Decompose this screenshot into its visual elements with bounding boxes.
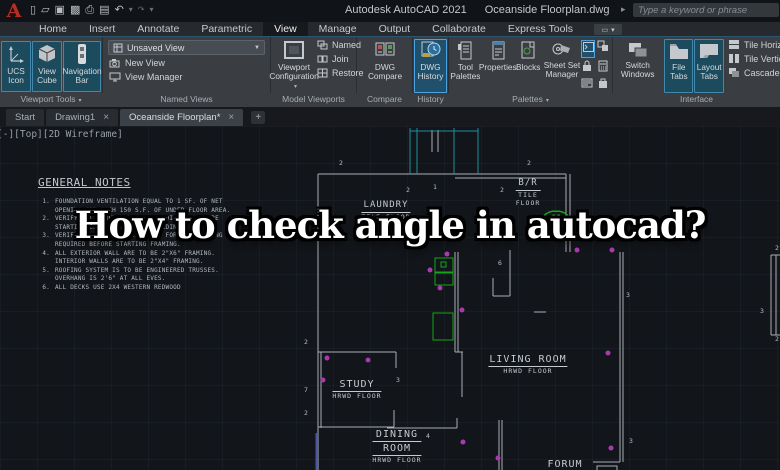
floorplan-fixtures — [432, 257, 454, 341]
autocad-window: A ▯ ▱ ▣ ▩ ⎙ ▤ ↶ ▾ ↷ ▾ Autodesk AutoCAD 2021 Oceans… — [0, 0, 780, 470]
overlay-headline: How to check angle in autocad? — [74, 203, 707, 247]
floorplan-plumbing-lines — [409, 128, 479, 174]
viewport-controls[interactable]: [-][Top][2D Wireframe] — [0, 129, 123, 140]
floorplan-walls — [317, 130, 780, 470]
